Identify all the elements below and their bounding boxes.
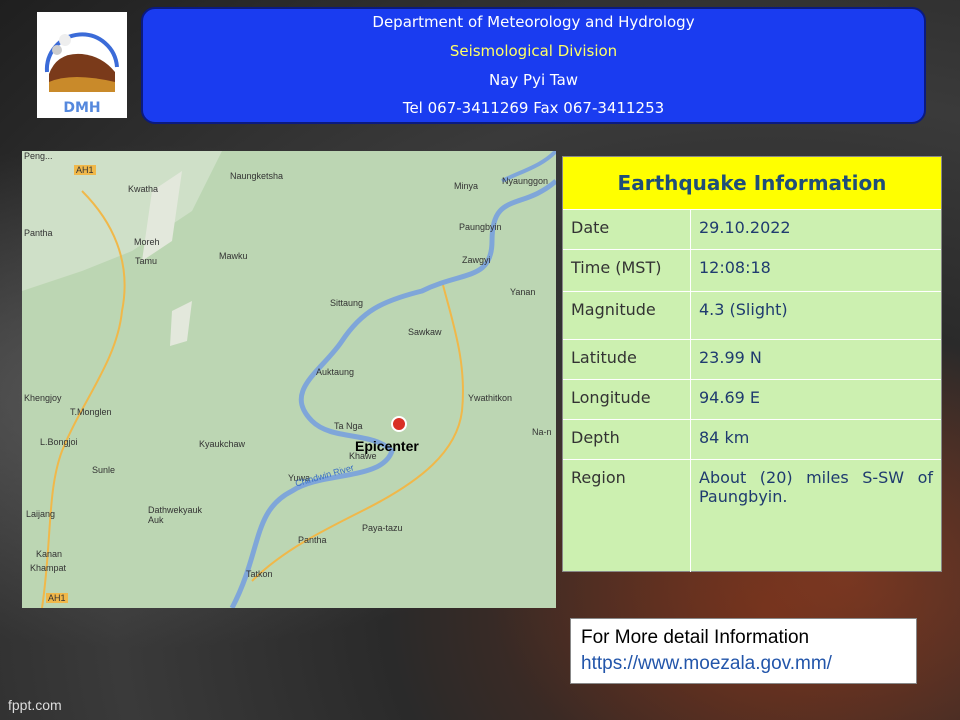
department-title: Department of Meteorology and Hydrology: [372, 13, 695, 31]
place-label: Sittaung: [330, 298, 364, 308]
place-label: Moreh: [134, 237, 160, 247]
row-label: Depth: [571, 428, 620, 447]
row-label: Time (MST): [571, 258, 662, 277]
place-label: Paya-tazu: [362, 523, 403, 533]
place-label: Tamu: [135, 256, 158, 266]
footer-brand: fppt.com: [8, 697, 62, 713]
info-row-date: Date 29.10.2022: [563, 209, 941, 250]
row-value: 94.69 E: [690, 380, 941, 420]
place-label: Tatkon: [246, 569, 273, 579]
place-label: L.Bongjoi: [40, 437, 78, 447]
earthquake-info-table: Earthquake Information Date 29.10.2022 T…: [562, 156, 942, 572]
contact-text: Tel 067-3411269 Fax 067-3411253: [402, 99, 665, 117]
place-label: Auktaung: [316, 367, 355, 377]
epicenter-label: Epicenter: [355, 438, 419, 454]
row-value: 4.3 (Slight): [690, 292, 941, 340]
row-label: Longitude: [571, 388, 651, 407]
info-row-depth: Depth 84 km: [563, 419, 941, 460]
place-label: Kwatha: [128, 184, 159, 194]
row-label: Date: [571, 218, 610, 237]
info-title: Earthquake Information: [563, 157, 941, 209]
info-row-time: Time (MST) 12:08:18: [563, 249, 941, 292]
place-label: Sawkaw: [408, 327, 442, 337]
place-label: Dathwekyauk Auk: [148, 505, 203, 525]
row-label: Magnitude: [571, 300, 656, 319]
epicenter-map[interactable]: Peng... Naungketsha Kwatha Minya Nyaungg…: [22, 151, 556, 608]
row-value: About (20) miles S-SW of Paungbyin.: [690, 460, 941, 572]
place-label: Paungbyin: [459, 222, 502, 232]
place-label: Na-n: [532, 427, 552, 437]
place-label: Pantha: [24, 228, 53, 238]
highway-badge: AH1: [74, 165, 96, 175]
place-label: Nyaunggon: [502, 176, 549, 186]
division-title: Seismological Division: [449, 42, 618, 60]
row-label: Latitude: [571, 348, 637, 367]
location-text: Nay Pyi Taw: [488, 71, 579, 89]
place-label: Sunle: [92, 465, 116, 475]
row-value: 23.99 N: [690, 340, 941, 380]
place-label: Ta Nga: [334, 421, 363, 431]
place-label: Khengjoy: [24, 393, 62, 403]
more-info-link[interactable]: https://www.moezala.gov.mm/: [581, 651, 906, 677]
place-label: Kyaukchaw: [199, 439, 246, 449]
highway-badge: AH1: [46, 593, 68, 603]
place-label: Ywathitkon: [468, 393, 513, 403]
row-label: Region: [571, 468, 626, 487]
place-label: Yanan: [510, 287, 536, 297]
info-row-region: Region About (20) miles S-SW of Paungbyi…: [563, 459, 941, 572]
place-label: Minya: [454, 181, 479, 191]
more-info-text: For More detail Information: [581, 627, 810, 648]
place-label: Kanan: [36, 549, 63, 559]
place-label: Pantha: [298, 535, 327, 545]
info-row-latitude: Latitude 23.99 N: [563, 339, 941, 380]
place-label: T.Monglen: [70, 407, 112, 417]
place-label: Naungketsha: [230, 171, 284, 181]
row-value: 12:08:18: [690, 250, 941, 292]
place-label: Laijang: [26, 509, 56, 519]
place-label: Khampat: [30, 563, 67, 573]
place-label: Mawku: [219, 251, 248, 261]
info-row-magnitude: Magnitude 4.3 (Slight): [563, 291, 941, 340]
place-label: Zawgyi: [462, 255, 491, 265]
header-banner: Department of Meteorology and Hydrology …: [141, 7, 926, 124]
row-value: 29.10.2022: [690, 210, 941, 250]
info-row-longitude: Longitude 94.69 E: [563, 379, 941, 420]
row-value: 84 km: [690, 420, 941, 460]
more-info-box: For More detail Information https://www.…: [570, 618, 917, 684]
dmh-logo: DMH: [37, 12, 127, 118]
logo-text: DMH: [63, 100, 100, 116]
epicenter-marker-icon[interactable]: [391, 416, 407, 432]
